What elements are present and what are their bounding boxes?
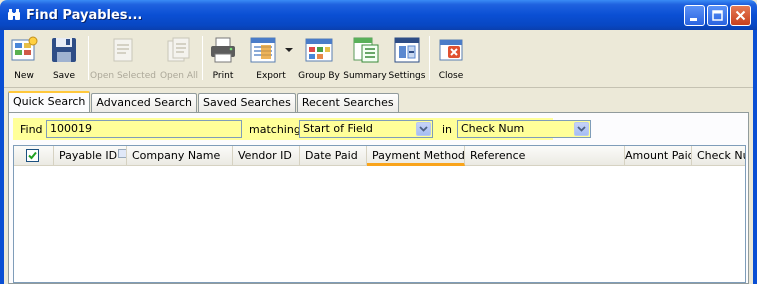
col-reference-label: Reference — [470, 149, 526, 162]
col-payable-id[interactable]: Payable ID — [54, 146, 127, 166]
search-tabs: Quick Search Advanced Search Saved Searc… — [8, 91, 400, 112]
tab-advanced-search[interactable]: Advanced Search — [91, 93, 198, 112]
print-label: Print — [212, 71, 234, 81]
results-grid[interactable]: Payable ID Company Name Vendor ID Date P… — [13, 145, 746, 283]
summary-label: Summary — [343, 71, 387, 81]
settings-button[interactable]: Settings — [388, 33, 426, 85]
find-label: Find — [20, 123, 43, 136]
matching-select[interactable]: Start of Field — [299, 120, 433, 138]
toolbar-separator — [88, 36, 89, 80]
in-field-select[interactable]: Check Num — [457, 120, 591, 138]
maximize-icon — [712, 10, 723, 21]
chevron-down-icon[interactable] — [416, 122, 431, 136]
toolbar-separator — [429, 36, 430, 80]
toolbar-separator — [202, 36, 203, 80]
close-x-icon — [735, 10, 746, 21]
binoculars-icon — [6, 7, 22, 23]
chevron-down-icon[interactable] — [574, 122, 589, 136]
window-title: Find Payables... — [26, 7, 143, 23]
col-vendor-id[interactable]: Vendor ID — [233, 146, 300, 166]
new-label: New — [14, 71, 34, 81]
find-input[interactable]: 100019 — [46, 120, 242, 138]
minimize-icon — [690, 18, 697, 21]
open-all-button[interactable]: Open All — [158, 33, 200, 85]
group-by-button[interactable]: Group By — [297, 33, 341, 85]
search-bar: Find 100019 matching Start of Field in C… — [13, 118, 591, 140]
new-record-icon — [7, 33, 41, 67]
column-filter-icon[interactable] — [118, 149, 126, 158]
select-all-checkbox[interactable] — [26, 149, 39, 162]
toolbar: New Save Open Selected Open All Print Ex… — [4, 30, 753, 88]
open-selected-label: Open Selected — [90, 71, 156, 81]
settings-label: Settings — [388, 71, 426, 81]
group-by-icon — [302, 33, 336, 67]
checkmark-icon — [28, 151, 37, 160]
col-payment-method[interactable]: Payment Method — [367, 146, 465, 166]
close-button[interactable]: Close — [434, 33, 468, 85]
col-date-paid-label: Date Paid — [305, 149, 358, 162]
maximize-button[interactable] — [707, 5, 728, 26]
close-label: Close — [438, 71, 464, 81]
group-by-label: Group By — [298, 71, 340, 81]
col-reference[interactable]: Reference — [465, 146, 625, 166]
close-window-icon — [434, 33, 468, 67]
col-amount-paid[interactable]: Amount Paid — [625, 146, 692, 166]
col-payable-id-label: Payable ID — [59, 149, 118, 162]
grid-header: Payable ID Company Name Vendor ID Date P… — [14, 146, 745, 166]
save-disk-icon — [47, 33, 81, 67]
title-bar[interactable]: Find Payables... — [0, 0, 757, 30]
col-vendor-id-label: Vendor ID — [238, 149, 292, 162]
tab-quick-search[interactable]: Quick Search — [8, 91, 91, 112]
open-all-icon — [162, 33, 196, 67]
window-frame-right — [753, 30, 757, 284]
open-selected-icon — [106, 33, 140, 67]
quick-search-panel: Find 100019 matching Start of Field in C… — [8, 112, 749, 284]
summary-button[interactable]: Summary — [343, 33, 387, 85]
col-check-num-label: Check Nu — [697, 149, 745, 162]
new-button[interactable]: New — [8, 33, 40, 85]
col-amount-paid-label: Amount Paid — [625, 149, 692, 162]
in-field-value: Check Num — [461, 122, 525, 135]
col-company-name[interactable]: Company Name — [127, 146, 233, 166]
print-button[interactable]: Print — [207, 33, 239, 85]
matching-value: Start of Field — [303, 122, 373, 135]
export-label: Export — [256, 71, 286, 81]
tab-saved-searches[interactable]: Saved Searches — [198, 93, 296, 112]
col-company-name-label: Company Name — [132, 149, 221, 162]
matching-label: matching — [249, 123, 301, 136]
open-selected-button[interactable]: Open Selected — [90, 33, 156, 85]
tab-recent-searches[interactable]: Recent Searches — [296, 93, 399, 112]
close-window-button[interactable] — [730, 5, 751, 26]
summary-icon — [348, 33, 382, 67]
export-icon — [246, 33, 296, 67]
settings-icon — [390, 33, 424, 67]
select-all-column — [14, 146, 54, 166]
minimize-button[interactable] — [684, 5, 705, 26]
col-payment-method-label: Payment Method — [372, 149, 465, 162]
save-label: Save — [52, 71, 76, 81]
in-label: in — [442, 123, 453, 136]
printer-icon — [206, 33, 240, 67]
col-date-paid[interactable]: Date Paid — [300, 146, 367, 166]
open-all-label: Open All — [159, 71, 199, 81]
export-button[interactable]: Export — [246, 33, 296, 85]
col-check-num[interactable]: Check Nu — [692, 146, 745, 166]
save-button[interactable]: Save — [48, 33, 80, 85]
